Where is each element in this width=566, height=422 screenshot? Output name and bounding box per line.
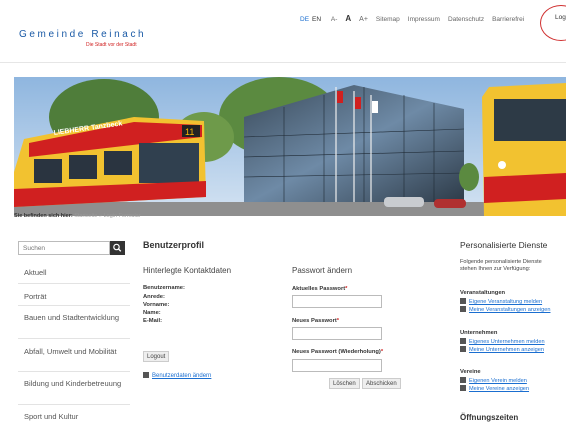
arrow-right-icon — [460, 338, 466, 344]
font-size-normal-button[interactable]: A — [345, 14, 351, 23]
site-tagline: Die Stadt vor der Stadt — [86, 42, 137, 48]
hero-photo: 11 LIEBHERR Tanzbeck — [14, 77, 566, 216]
hero-image: 11 LIEBHERR Tanzbeck — [14, 77, 566, 216]
new-password-label: Neues Passwort* — [292, 318, 340, 324]
salutation-label: Anrede: — [143, 294, 165, 300]
page-title: Benutzerprofil — [143, 240, 205, 250]
services-intro-1: Folgende personalisierte Dienste — [460, 259, 542, 265]
repeat-password-label: Neues Passwort (Wiederholung)* — [292, 349, 384, 355]
arrow-right-icon — [460, 385, 466, 391]
edit-profile-link[interactable]: Benutzerdaten ändern — [143, 372, 211, 379]
services-heading: Personalisierte Dienste — [460, 240, 548, 250]
font-size-large-button[interactable]: A+ — [359, 16, 368, 23]
font-size-small-button[interactable]: A- — [331, 16, 338, 23]
tram-right — [482, 83, 566, 216]
search-input[interactable] — [18, 241, 110, 255]
username-label: Benutzername: — [143, 285, 185, 291]
companies-heading: Unternehmen — [460, 330, 498, 336]
logout-button[interactable]: Logout — [143, 351, 170, 362]
arrow-right-icon — [143, 372, 149, 378]
submit-button[interactable]: Abschicken — [362, 378, 401, 389]
search-icon — [113, 243, 122, 252]
reset-button[interactable]: Löschen — [329, 378, 360, 389]
arrow-right-icon — [460, 306, 466, 312]
breadcrumb-current: Login Formular — [103, 213, 141, 219]
edit-profile-label: Benutzerdaten ändern — [152, 373, 212, 379]
nav-divider — [18, 338, 130, 339]
site-header: Gemeinde Reinach Die Stadt vor der Stadt… — [0, 0, 566, 63]
breadcrumb-prefix: Sie befinden sich hier: — [14, 213, 73, 219]
tram-number: 11 — [185, 127, 194, 137]
sitemap-link[interactable]: Sitemap — [376, 16, 400, 23]
my-events-link[interactable]: Meine Veranstaltungen anzeigen — [460, 306, 550, 313]
clubs-heading: Vereine — [460, 369, 481, 375]
email-label: E-Mail: — [143, 318, 163, 324]
search-button[interactable] — [110, 241, 125, 255]
nav-divider — [18, 404, 130, 405]
login-link[interactable]: Log — [555, 14, 566, 21]
nav-item-sport[interactable]: Sport und Kultur — [24, 412, 130, 422]
arrow-right-icon — [460, 377, 466, 383]
new-password-input[interactable] — [292, 327, 382, 340]
nav-divider — [18, 305, 130, 306]
login-highlight-circle — [540, 5, 566, 41]
report-company-link[interactable]: Eigenes Unternehmen melden — [460, 338, 545, 345]
nav-item-aktuell[interactable]: Aktuell — [24, 268, 130, 278]
nav-item-bauen[interactable]: Bauen und Stadtentwicklung — [24, 313, 130, 323]
lang-en-link[interactable]: EN — [312, 16, 321, 23]
repeat-password-input[interactable] — [292, 359, 382, 372]
nav-divider — [18, 371, 130, 372]
breadcrumb-home-link[interactable]: Startseite — [74, 213, 97, 219]
breadcrumb: Sie befinden sich hier: Startseite » Log… — [14, 213, 141, 219]
services-intro-2: stehen Ihnen zur Verfügung: — [460, 266, 531, 272]
lastname-label: Name: — [143, 310, 161, 316]
events-heading: Veranstaltungen — [460, 290, 506, 296]
current-password-input[interactable] — [292, 295, 382, 308]
service-nav: DE EN A- A A+ Sitemap Impressum Datenschutz Bar… — [300, 14, 532, 23]
password-heading: Passwort ändern — [292, 266, 353, 275]
lang-de-link[interactable]: DE — [300, 16, 309, 23]
my-clubs-link[interactable]: Meine Vereine anzeigen — [460, 385, 529, 392]
report-club-link[interactable]: Eigenen Verein melden — [460, 377, 527, 384]
site-logo[interactable]: Gemeinde Reinach — [19, 29, 146, 40]
arrow-right-icon — [460, 298, 466, 304]
nav-divider — [18, 283, 130, 284]
my-companies-link[interactable]: Meine Unternehmen anzeigen — [460, 346, 544, 353]
contact-heading: Hinterlegte Kontaktdaten — [143, 266, 232, 275]
report-event-link[interactable]: Eigene Veranstaltung melden — [460, 298, 542, 305]
firstname-label: Vorname: — [143, 302, 170, 308]
nav-item-umwelt[interactable]: Abfall, Umwelt und Mobilität — [24, 347, 130, 357]
nav-item-bildung[interactable]: Bildung und Kinderbetreuung — [24, 379, 130, 389]
arrow-right-icon — [460, 346, 466, 352]
datenschutz-link[interactable]: Datenschutz — [448, 16, 484, 23]
current-password-label: Aktuelles Passwort* — [292, 286, 348, 292]
barrierefrei-link[interactable]: Barrierefrei — [492, 16, 524, 23]
impressum-link[interactable]: Impressum — [408, 16, 440, 23]
nav-item-portraet[interactable]: Porträt — [24, 292, 130, 302]
breadcrumb-separator: » — [98, 213, 103, 219]
